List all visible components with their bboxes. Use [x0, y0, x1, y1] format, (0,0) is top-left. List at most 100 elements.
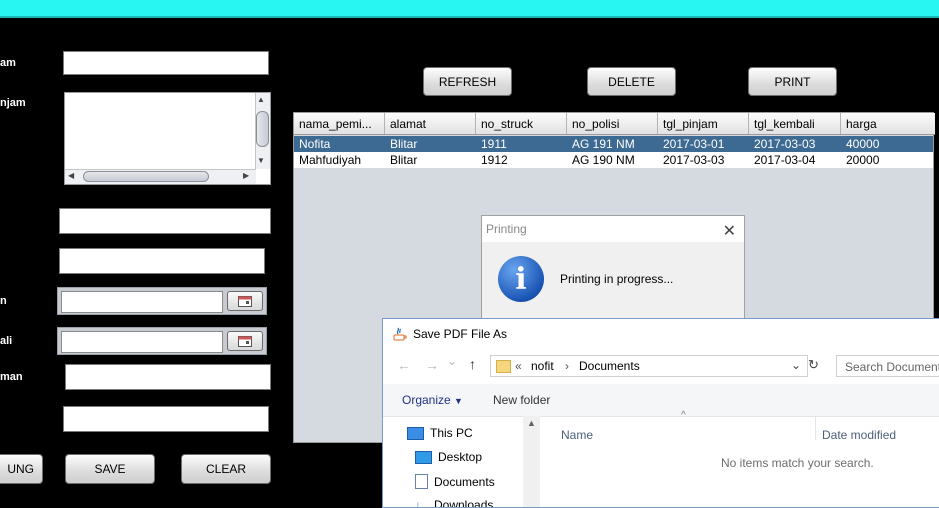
textarea-horizontal-scrollbar[interactable]: ◀ ▶ — [65, 169, 256, 184]
printing-message: Printing in progress... — [560, 272, 673, 286]
return-date-calendar-button[interactable] — [227, 331, 263, 351]
navigation-scrollbar[interactable]: ▲ — [523, 416, 540, 508]
chevron-down-icon: ▼ — [454, 396, 463, 406]
column-name[interactable]: Name — [561, 428, 593, 442]
clear-button[interactable]: CLEAR — [181, 454, 271, 484]
table-cell: AG 191 NM — [567, 136, 658, 152]
scroll-right-icon[interactable]: ▶ — [243, 171, 249, 180]
form-label-loan-date: n — [0, 295, 7, 307]
scroll-down-icon[interactable]: ▼ — [257, 156, 265, 165]
nav-item-this-pc[interactable]: This PC — [407, 426, 473, 440]
loan-date-picker[interactable] — [57, 287, 267, 315]
table-cell: Blitar — [385, 152, 476, 168]
refresh-icon[interactable]: ↻ — [808, 357, 819, 373]
hscroll-thumb[interactable] — [83, 171, 209, 182]
column-header[interactable]: tgl_kembali — [749, 113, 841, 134]
column-header[interactable]: nama_pemi... — [294, 113, 385, 134]
price-input[interactable] — [63, 406, 269, 432]
textarea-vertical-scrollbar[interactable]: ▲ ▼ — [255, 93, 270, 169]
form-label-address: njam — [0, 97, 26, 109]
navigation-row: ← → ⌄ ↑ « nofit › Documents ⌄ ↻ Search D… — [383, 353, 939, 383]
scroll-up-icon[interactable]: ▲ — [527, 418, 536, 428]
form-label-return-date: ali — [0, 335, 12, 347]
table-cell: 40000 — [841, 136, 933, 152]
scroll-left-icon[interactable]: ◀ — [68, 171, 74, 180]
delete-button[interactable]: DELETE — [587, 67, 676, 96]
return-date-field[interactable] — [61, 331, 223, 353]
scroll-up-icon[interactable]: ▲ — [257, 95, 265, 104]
close-icon[interactable]: ✕ — [723, 221, 736, 241]
nav-item-documents[interactable]: Documents — [415, 474, 495, 489]
nav-item-label: This PC — [430, 426, 473, 440]
back-arrow-icon[interactable]: ← — [397, 357, 411, 373]
organize-menu[interactable]: Organize ▼ — [402, 393, 463, 407]
chevron-down-icon[interactable]: ⌄ — [791, 358, 801, 372]
info-icon: i — [498, 256, 544, 302]
nav-item-downloads[interactable]: ↓ Downloads — [415, 498, 493, 508]
loan-date-field[interactable] — [61, 291, 223, 313]
scroll-thumb[interactable] — [256, 111, 269, 147]
return-date-picker[interactable] — [57, 327, 267, 355]
search-input[interactable]: Search Documents — [836, 355, 939, 377]
address-bar[interactable]: « nofit › Documents ⌄ — [490, 355, 808, 377]
top-accent-bar — [0, 0, 939, 18]
up-arrow-icon[interactable]: ↑ — [469, 356, 476, 372]
form-label-borrowing: man — [0, 371, 23, 383]
name-input[interactable] — [63, 51, 269, 75]
borrowing-input[interactable] — [65, 364, 271, 390]
path-segment[interactable]: nofit — [531, 359, 554, 373]
receipt-input[interactable] — [59, 208, 271, 234]
path-segment[interactable]: Documents — [579, 359, 640, 373]
save-button[interactable]: SAVE — [65, 454, 155, 484]
refresh-button[interactable]: REFRESH — [423, 67, 512, 96]
sort-indicator-icon: ^ — [681, 410, 686, 421]
recent-dropdown-icon[interactable]: ⌄ — [447, 354, 457, 368]
table-row[interactable]: Nofita Blitar 1911 AG 191 NM 2017-03-01 … — [294, 136, 933, 152]
partial-button[interactable]: UNG — [0, 454, 43, 484]
table-cell: 2017-03-04 — [749, 152, 841, 168]
path-overflow[interactable]: « — [515, 359, 522, 373]
desktop-icon — [415, 451, 432, 464]
column-header[interactable]: harga — [841, 113, 935, 134]
table-cell: 2017-03-01 — [658, 136, 749, 152]
printing-dialog-titlebar: Printing ✕ — [482, 216, 744, 242]
column-header[interactable]: no_polisi — [567, 113, 658, 134]
organize-label: Organize — [402, 393, 451, 407]
folder-icon — [496, 360, 511, 373]
table-cell: Mahfudiyah — [294, 152, 385, 168]
computer-icon — [407, 427, 424, 440]
printing-dialog: Printing ✕ i Printing in progress... — [481, 215, 745, 325]
column-header[interactable]: no_struck — [476, 113, 567, 134]
forward-arrow-icon[interactable]: → — [425, 357, 439, 373]
download-icon: ↓ — [415, 499, 428, 508]
calendar-icon — [238, 296, 252, 307]
column-date-modified[interactable]: Date modified — [822, 428, 896, 442]
calendar-icon — [238, 336, 252, 347]
form-label-name: am — [0, 57, 16, 69]
document-icon — [415, 474, 428, 489]
table-cell: 2017-03-03 — [749, 136, 841, 152]
file-list[interactable]: ^ Name Date modified No items match your… — [541, 416, 939, 508]
table-row[interactable]: Mahfudiyah Blitar 1912 AG 190 NM 2017-03… — [294, 152, 933, 168]
column-header[interactable]: alamat — [385, 113, 476, 134]
printing-dialog-title: Printing — [486, 222, 527, 236]
loan-date-calendar-button[interactable] — [227, 291, 263, 311]
table-cell: Nofita — [294, 136, 385, 152]
nav-item-label: Desktop — [438, 450, 482, 464]
column-header[interactable]: tgl_pinjam — [658, 113, 749, 134]
new-folder-button[interactable]: New folder — [493, 393, 550, 407]
empty-message: No items match your search. — [721, 456, 874, 470]
nav-item-desktop[interactable]: Desktop — [415, 450, 482, 464]
table-cell: 1912 — [476, 152, 567, 168]
address-textarea[interactable]: ▲ ▼ ◀ ▶ — [64, 92, 271, 185]
print-button[interactable]: PRINT — [748, 67, 837, 96]
table-cell: AG 190 NM — [567, 152, 658, 168]
navigation-pane: This PC Desktop Documents ↓ Downloads — [383, 416, 540, 508]
command-bar: Organize ▼ New folder — [383, 384, 939, 417]
table-cell: 1911 — [476, 136, 567, 152]
java-icon — [392, 326, 408, 342]
table-cell: 2017-03-03 — [658, 152, 749, 168]
save-dialog-title: Save PDF File As — [413, 327, 507, 341]
column-divider — [815, 416, 816, 440]
plate-input[interactable] — [59, 248, 265, 274]
